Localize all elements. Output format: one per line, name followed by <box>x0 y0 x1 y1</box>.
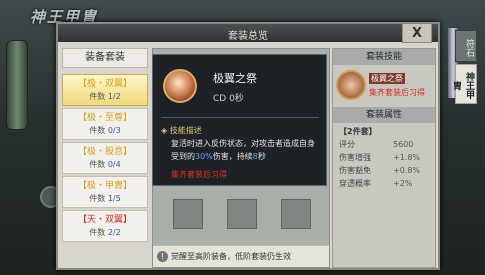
close-button[interactable]: X <box>402 23 432 43</box>
set-attr-header: 套装属性 <box>333 107 435 123</box>
hint-text: 觉醒至高阶装备，低阶套装仍生效 <box>171 252 291 261</box>
set-item-name: 【极・至尊】 <box>77 113 132 123</box>
set-list: 装备套装 【极・双翼】 件数 1/2 【极・至尊】 件数 0/3 【极・股息】 … <box>62 48 148 268</box>
skill-tooltip: 极翼之祭 CD 0秒 ◈ 技能描述 复活时进入反伤状态，对攻击者造成自身受到的3… <box>152 54 327 186</box>
set-item-name: 【极・双翼】 <box>77 79 132 89</box>
attr-row: 伤害豁免 +0.8% <box>339 166 421 175</box>
tooltip-desc-label: ◈ 技能描述 <box>161 126 202 135</box>
set-item[interactable]: 【极・甲胄】 件数 1/5 <box>62 176 148 208</box>
set-skill-name: 极翼之祭 <box>369 73 405 84</box>
set-item-count: 件数 2/2 <box>89 228 121 237</box>
lantern-decoration <box>6 40 28 130</box>
set-item[interactable]: 【极・双翼】 件数 1/2 <box>62 74 148 106</box>
set-item[interactable]: 【天・双翼】 件数 2/2 <box>62 210 148 242</box>
side-tab-armor[interactable]: 神王甲胄 <box>451 64 477 104</box>
side-tab-rune[interactable]: 符石 <box>455 30 477 62</box>
set-skill-icon[interactable] <box>336 70 366 100</box>
equipment-slot[interactable] <box>281 199 311 229</box>
info-icon: ! <box>157 251 168 262</box>
equipment-slot[interactable] <box>173 199 203 229</box>
dialog-title: 套装总览 <box>228 31 268 42</box>
dialog-header: 套装总览 X <box>58 23 438 43</box>
set-attributes: 【2件套】 评分 5600 伤害增强 +1.8% 伤害豁免 +0.8% 穿透概率 +2% <box>333 125 435 190</box>
set-item-name: 【极・股息】 <box>77 147 132 157</box>
set-item-name: 【天・双翼】 <box>77 215 132 225</box>
set-item-count: 件数 1/2 <box>89 92 121 101</box>
attr-set-label: 【2件套】 <box>339 127 377 136</box>
attr-row: 伤害增强 +1.8% <box>339 153 421 162</box>
set-item-count: 件数 1/5 <box>89 194 121 203</box>
tooltip-description: 复活时进入反伤状态，对攻击者造成自身受到的30%伤害，持续8秒 <box>171 139 315 161</box>
tooltip-cooldown: CD 0秒 <box>213 94 244 104</box>
set-item[interactable]: 【极・股息】 件数 0/4 <box>62 142 148 174</box>
hint-bar: ! 觉醒至高阶装备，低阶套装仍生效 <box>153 245 329 267</box>
set-item-name: 【极・甲胄】 <box>77 181 132 191</box>
set-item-count: 件数 0/3 <box>89 126 121 135</box>
skill-icon <box>163 69 197 103</box>
attr-row: 评分 5600 <box>339 140 414 149</box>
set-skill-header: 套装技能 <box>333 49 435 65</box>
tooltip-divider <box>161 117 319 118</box>
set-item-count: 件数 0/4 <box>89 160 121 169</box>
equipment-slot[interactable] <box>227 199 257 229</box>
set-list-header: 装备套装 <box>62 48 148 68</box>
set-item[interactable]: 【极・至尊】 件数 0/3 <box>62 108 148 140</box>
attr-row: 穿透概率 +2% <box>339 179 413 188</box>
set-detail-panel: 套装技能 极翼之祭 集齐套装后习得 套装属性 【2件套】 评分 5600 伤害增强… <box>332 48 436 268</box>
tooltip-skill-name: 极翼之祭 <box>213 72 257 85</box>
tooltip-status: 集齐套装后习得 <box>171 170 227 179</box>
set-skill-status: 集齐套装后习得 <box>369 88 425 97</box>
